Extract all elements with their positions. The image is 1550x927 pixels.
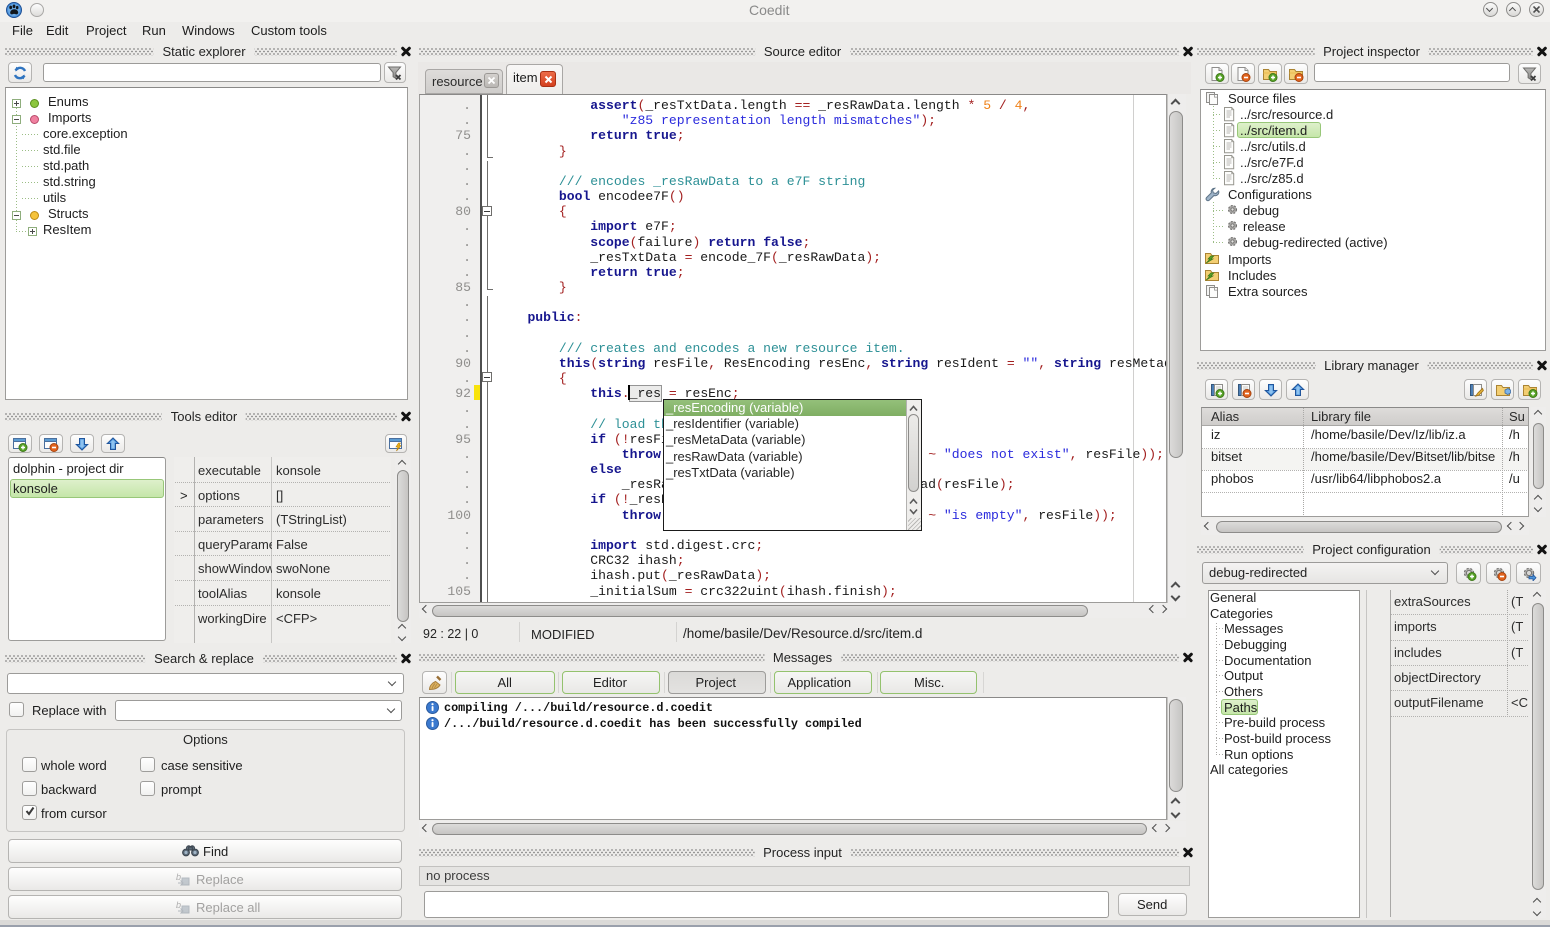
svg-text:b: b <box>176 900 181 910</box>
svg-text:b: b <box>176 872 181 882</box>
